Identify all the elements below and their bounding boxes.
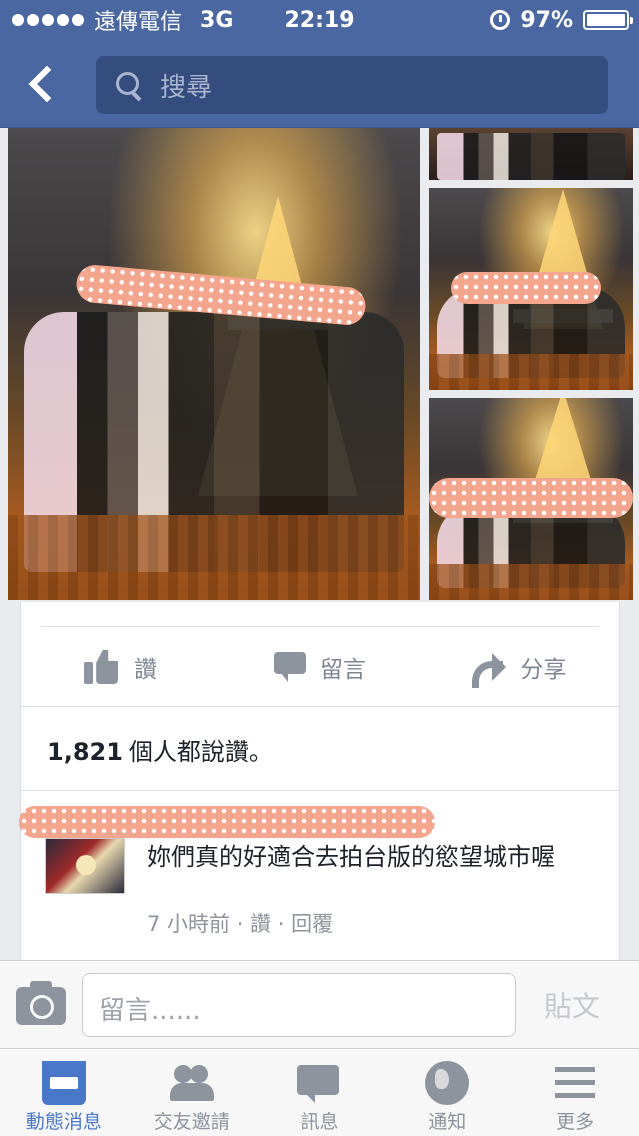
tab-label: 更多 — [556, 1111, 595, 1133]
photo-thumbnail-1[interactable] — [429, 128, 633, 180]
news-feed-icon — [41, 1061, 86, 1105]
privacy-blur-mark — [451, 272, 601, 304]
comment-button[interactable]: 留言 — [220, 628, 419, 706]
like-label: 讚 — [134, 657, 158, 683]
signal-strength-icon — [12, 14, 84, 26]
speech-bubble-icon — [273, 652, 306, 682]
tab-messages[interactable]: 訊息 — [256, 1049, 384, 1136]
more-menu-icon — [553, 1061, 597, 1105]
search-placeholder: 搜尋 — [160, 72, 213, 103]
privacy-blur-mark — [19, 806, 435, 838]
comment-label: 留言 — [319, 657, 366, 683]
post-comment-button[interactable]: 貼文 — [544, 985, 600, 1025]
search-icon — [116, 72, 142, 98]
back-chevron-icon[interactable] — [20, 62, 64, 106]
friend-requests-icon — [169, 1061, 214, 1105]
app-screen: 遠傳電信 3G 22:19 97% 搜尋 讚 留言 分享 1,821 個人都說讚… — [0, 0, 639, 1136]
photo-main[interactable] — [8, 128, 420, 600]
nav-bar: 搜尋 — [0, 40, 639, 128]
like-button[interactable]: 讚 — [21, 628, 220, 706]
divider — [21, 790, 619, 791]
privacy-blur-mark — [429, 478, 633, 518]
tab-label: 交友邀請 — [153, 1111, 230, 1133]
battery-percent: 97% — [520, 7, 573, 33]
comment-item: 妳們真的好適合去拍台版的慾望城市喔 7 小時前 · 讚 · 回覆 — [19, 792, 619, 952]
comment-composer: 留言...... 貼文 — [0, 960, 639, 1048]
tab-news-feed[interactable]: 動態消息 — [0, 1049, 128, 1136]
comment-text: 妳們真的好適合去拍台版的慾望城市喔 — [147, 843, 555, 871]
tab-bar: 動態消息 交友邀請 訊息 通知 更多 — [0, 1048, 639, 1136]
tab-friend-requests[interactable]: 交友邀請 — [128, 1049, 256, 1136]
search-input[interactable]: 搜尋 — [96, 56, 608, 114]
comment-input[interactable]: 留言...... — [82, 973, 516, 1037]
comment-meta[interactable]: 7 小時前 · 讚 · 回覆 — [147, 908, 333, 938]
notifications-globe-icon — [425, 1061, 470, 1105]
likes-text: 個人都說讚。 — [128, 738, 273, 766]
tab-notifications[interactable]: 通知 — [383, 1049, 511, 1136]
post-actions: 讚 留言 分享 — [21, 628, 619, 706]
network-type: 3G — [200, 7, 234, 33]
photo-grid — [0, 128, 639, 602]
share-label: 分享 — [520, 657, 567, 683]
status-bar: 遠傳電信 3G 22:19 97% — [0, 0, 639, 40]
divider — [41, 626, 599, 627]
post-card: 讚 留言 分享 1,821 個人都說讚。 妳們真的好適合去拍台版的慾望城市喔 7 … — [19, 602, 620, 962]
camera-icon[interactable] — [16, 981, 66, 1025]
tab-more[interactable]: 更多 — [511, 1049, 639, 1136]
photo-thumbnail-3[interactable] — [429, 398, 633, 600]
messages-icon — [297, 1061, 341, 1105]
divider — [21, 706, 619, 707]
tab-label: 動態消息 — [25, 1111, 102, 1133]
alarm-icon — [490, 10, 511, 30]
battery-icon — [583, 10, 633, 30]
photo-thumbnail-2[interactable] — [429, 188, 633, 390]
likes-count: 1,821 — [47, 738, 123, 766]
tab-label: 訊息 — [300, 1111, 339, 1133]
thumbs-up-icon — [84, 650, 120, 684]
avatar[interactable] — [45, 838, 125, 894]
tab-label: 通知 — [428, 1111, 467, 1133]
carrier-name: 遠傳電信 — [94, 10, 183, 35]
likes-summary[interactable]: 1,821 個人都說讚。 — [47, 732, 273, 767]
share-arrow-icon — [472, 653, 507, 688]
share-button[interactable]: 分享 — [420, 628, 619, 706]
